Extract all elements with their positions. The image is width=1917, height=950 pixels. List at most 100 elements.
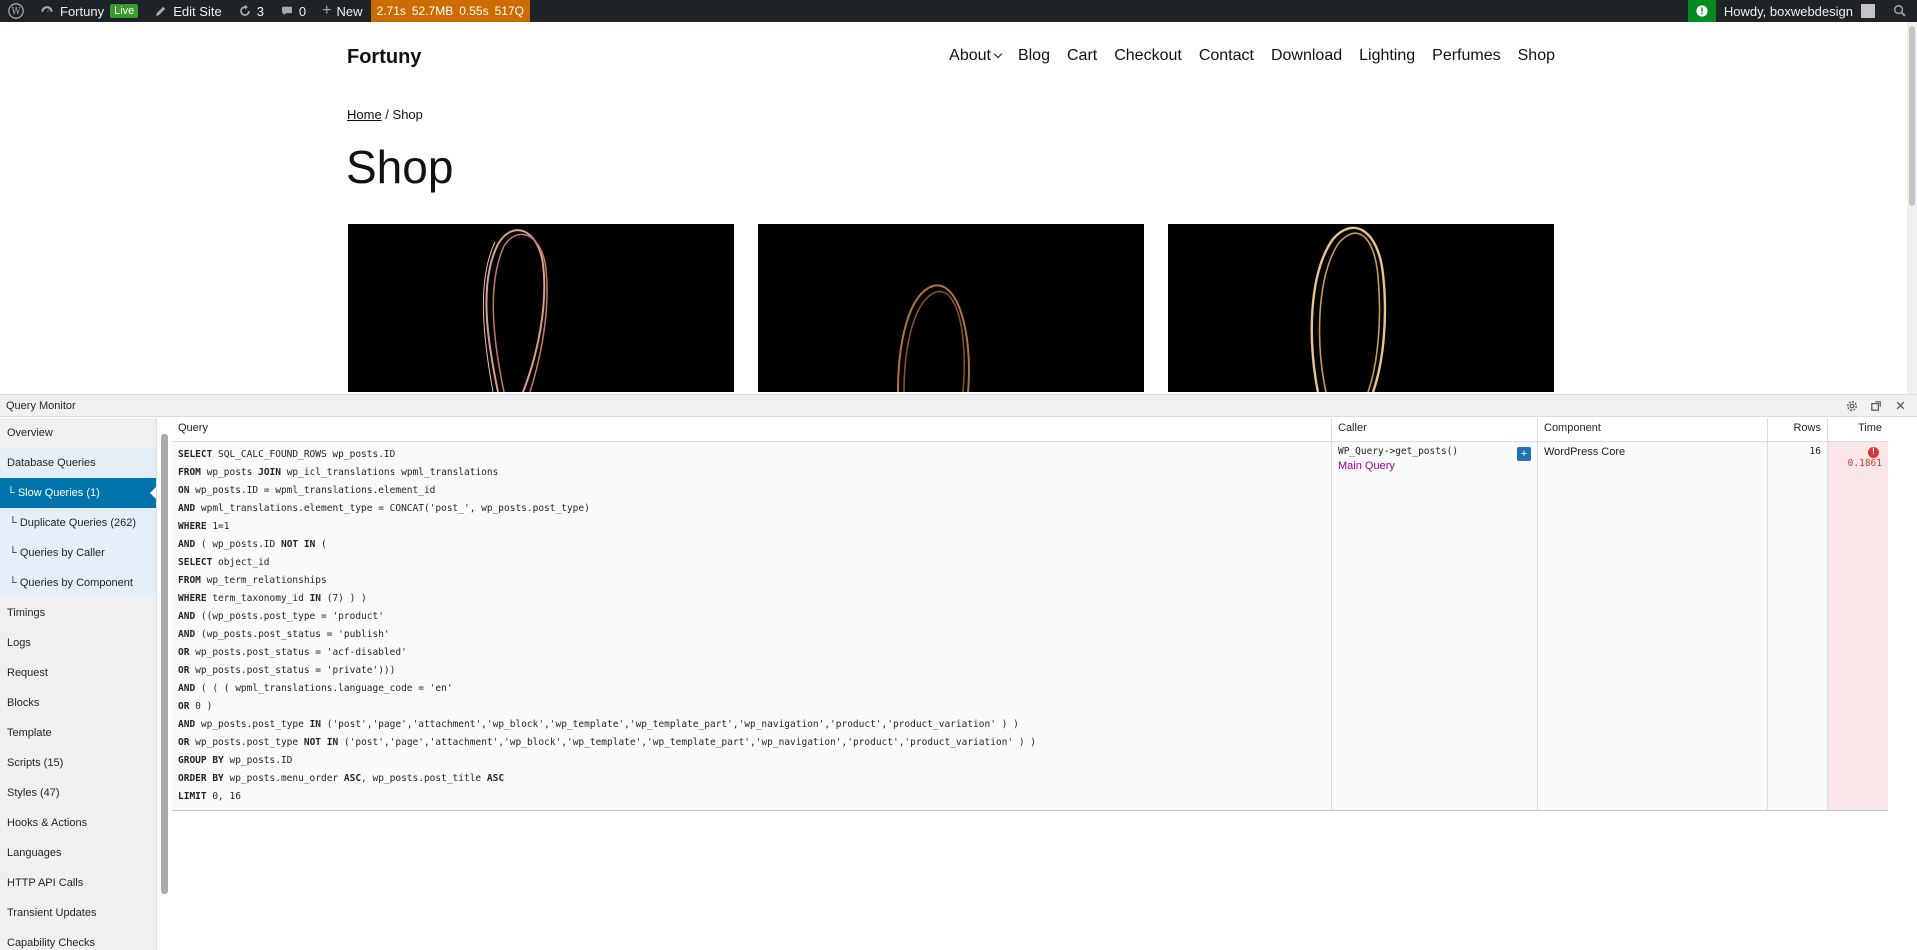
updates-icon: [238, 4, 252, 18]
page-scroll-thumb[interactable]: [1909, 26, 1915, 206]
page-title: Shop: [346, 141, 454, 193]
time-value: 0.1861: [1847, 458, 1882, 469]
column-header-component[interactable]: Component: [1538, 417, 1768, 442]
expand-caller-button[interactable]: +: [1517, 447, 1531, 461]
nav-item-cart[interactable]: Cart: [1067, 47, 1097, 65]
wordpress-logo-icon[interactable]: W: [0, 0, 32, 22]
qm-content-scrollbar[interactable]: [1900, 422, 1909, 946]
comment-icon: [280, 4, 294, 18]
qm-nav-template[interactable]: Template: [0, 718, 156, 748]
sql-line: WHERE term_taxonomy_id IN (7) ) ): [178, 593, 367, 604]
site-menu[interactable]: Fortuny Live: [32, 0, 146, 22]
qm-title-bar: Query Monitor: [0, 395, 1917, 417]
avatar: [1861, 4, 1875, 18]
sql-line: SELECT SQL_CALC_FOUND_ROWS wp_posts.ID: [178, 449, 396, 460]
nav-item-download[interactable]: Download: [1271, 47, 1342, 65]
nav-item-about[interactable]: About: [949, 47, 1003, 65]
qm-nav-slow-queries[interactable]: └ Slow Queries (1): [0, 478, 156, 508]
qm-nav-timings[interactable]: Timings: [0, 598, 156, 628]
new-content-button[interactable]: + New: [314, 0, 370, 22]
qm-nav-transient-updates[interactable]: Transient Updates: [0, 898, 156, 928]
nav-item-perfumes[interactable]: Perfumes: [1432, 47, 1500, 65]
qm-nav-duplicate-queries[interactable]: └ Duplicate Queries (262): [0, 508, 156, 538]
nav-item-shop[interactable]: Shop: [1518, 47, 1555, 65]
sql-line: OR wp_posts.post_status = 'acf-disabled': [178, 647, 407, 658]
query-time: 0.55s: [459, 4, 489, 18]
nav-item-lighting[interactable]: Lighting: [1359, 47, 1415, 65]
qm-nav-languages[interactable]: Languages: [0, 838, 156, 868]
rows-cell: 16: [1768, 442, 1828, 810]
search-icon[interactable]: [1883, 0, 1917, 22]
site-name: Fortuny: [60, 3, 105, 19]
page-scrollbar[interactable]: [1907, 22, 1917, 394]
sql-line: AND ((wp_posts.post_type = 'product': [178, 611, 384, 622]
sql-line: AND ( ( ( wpml_translations.language_cod…: [178, 683, 453, 694]
qm-nav-scripts[interactable]: Scripts (15): [0, 748, 156, 778]
table-header: Query Caller Component Rows Time: [172, 417, 1888, 442]
qm-nav-overview[interactable]: Overview: [0, 418, 156, 448]
nav-item-blog[interactable]: Blog: [1018, 47, 1050, 65]
qm-nav-blocks[interactable]: Blocks: [0, 688, 156, 718]
edit-site-button[interactable]: Edit Site: [146, 0, 229, 22]
sql-line: ON wp_posts.ID = wpml_translations.eleme…: [178, 485, 436, 496]
qm-nav-hooks-actions[interactable]: Hooks & Actions: [0, 808, 156, 838]
comments-button[interactable]: 0: [272, 0, 314, 22]
qm-sidebar-scrollbar[interactable]: [160, 422, 169, 946]
slow-queries-table: Query Caller Component Rows Time SELECT …: [172, 417, 1888, 811]
sql-line: AND wp_posts.post_type IN ('post','page'…: [178, 719, 1019, 730]
warning-icon: !: [1868, 447, 1879, 458]
column-header-time[interactable]: Time: [1828, 418, 1888, 442]
my-account-menu[interactable]: Howdy, boxwebdesign: [1716, 0, 1883, 22]
qm-nav-database-queries[interactable]: Database Queries: [0, 448, 156, 478]
qm-nav-queries-by-component[interactable]: └ Queries by Component: [0, 568, 156, 598]
query-count: 517Q: [494, 4, 524, 18]
chevron-down-icon: [993, 49, 1003, 59]
popout-icon[interactable]: [1869, 399, 1883, 413]
component-cell: WordPress Core: [1538, 442, 1768, 810]
sql-line: OR wp_posts.post_status = 'private'))): [178, 665, 396, 676]
memory-usage: 52.7MB: [411, 4, 454, 18]
product-image[interactable]: [348, 224, 734, 392]
product-image[interactable]: [1168, 224, 1554, 392]
query-monitor-stats[interactable]: 2.71s 52.7MB 0.55s 517Q: [370, 0, 530, 22]
live-badge: Live: [110, 4, 139, 18]
sql-line: OR wp_posts.post_type NOT IN ('post','pa…: [178, 737, 1036, 748]
sql-line: FROM wp_posts JOIN wp_icl_translations w…: [178, 467, 499, 478]
updates-button[interactable]: 3: [230, 0, 272, 22]
column-header-query[interactable]: Query: [172, 417, 1332, 442]
qm-nav-queries-by-caller[interactable]: └ Queries by Caller: [0, 538, 156, 568]
admin-bar: W Fortuny Live Edit Site 3 0 + New 2.71s…: [0, 0, 1917, 22]
sql-line: OR 0 ): [178, 701, 213, 712]
qm-nav-capability-checks[interactable]: Capability Checks: [0, 928, 156, 950]
sql-line: ORDER BY wp_posts.menu_order ASC, wp_pos…: [178, 773, 505, 784]
breadcrumb-home-link[interactable]: Home: [347, 107, 382, 122]
qm-nav-http-api-calls[interactable]: HTTP API Calls: [0, 868, 156, 898]
svg-text:W: W: [11, 7, 21, 17]
column-header-caller[interactable]: Caller: [1332, 417, 1538, 442]
main-query-link[interactable]: Main Query: [1338, 460, 1531, 472]
plus-icon: +: [322, 2, 332, 19]
column-header-rows[interactable]: Rows: [1768, 417, 1828, 442]
alert-icon[interactable]: [1687, 0, 1716, 22]
howdy-text: Howdy, boxwebdesign: [1723, 3, 1853, 19]
sql-line: GROUP BY wp_posts.ID: [178, 755, 293, 766]
qm-nav-styles[interactable]: Styles (47): [0, 778, 156, 808]
sql-line: AND wpml_translations.element_type = CON…: [178, 503, 590, 514]
site-title[interactable]: Fortuny: [347, 46, 421, 69]
nav-item-checkout[interactable]: Checkout: [1114, 47, 1182, 65]
product-image[interactable]: [758, 224, 1144, 392]
sql-line: WHERE 1=1: [178, 521, 230, 532]
table-row: SELECT SQL_CALC_FOUND_ROWS wp_posts.ID FR…: [172, 442, 1888, 811]
primary-nav: About Blog Cart Checkout Contact Downloa…: [949, 47, 1555, 65]
qm-title: Query Monitor: [6, 399, 76, 412]
query-monitor-panel: Query Monitor Overview Database Queries …: [0, 394, 1917, 950]
brush-icon: [154, 4, 168, 18]
qm-nav-request[interactable]: Request: [0, 658, 156, 688]
breadcrumb: Home / Shop: [347, 107, 423, 122]
gear-icon[interactable]: [1845, 399, 1859, 413]
close-icon[interactable]: [1893, 399, 1907, 413]
qm-sidebar-scroll-thumb[interactable]: [161, 434, 168, 894]
sql-query: SELECT SQL_CALC_FOUND_ROWS wp_posts.ID FR…: [172, 442, 1332, 810]
nav-item-contact[interactable]: Contact: [1199, 47, 1254, 65]
qm-nav-logs[interactable]: Logs: [0, 628, 156, 658]
